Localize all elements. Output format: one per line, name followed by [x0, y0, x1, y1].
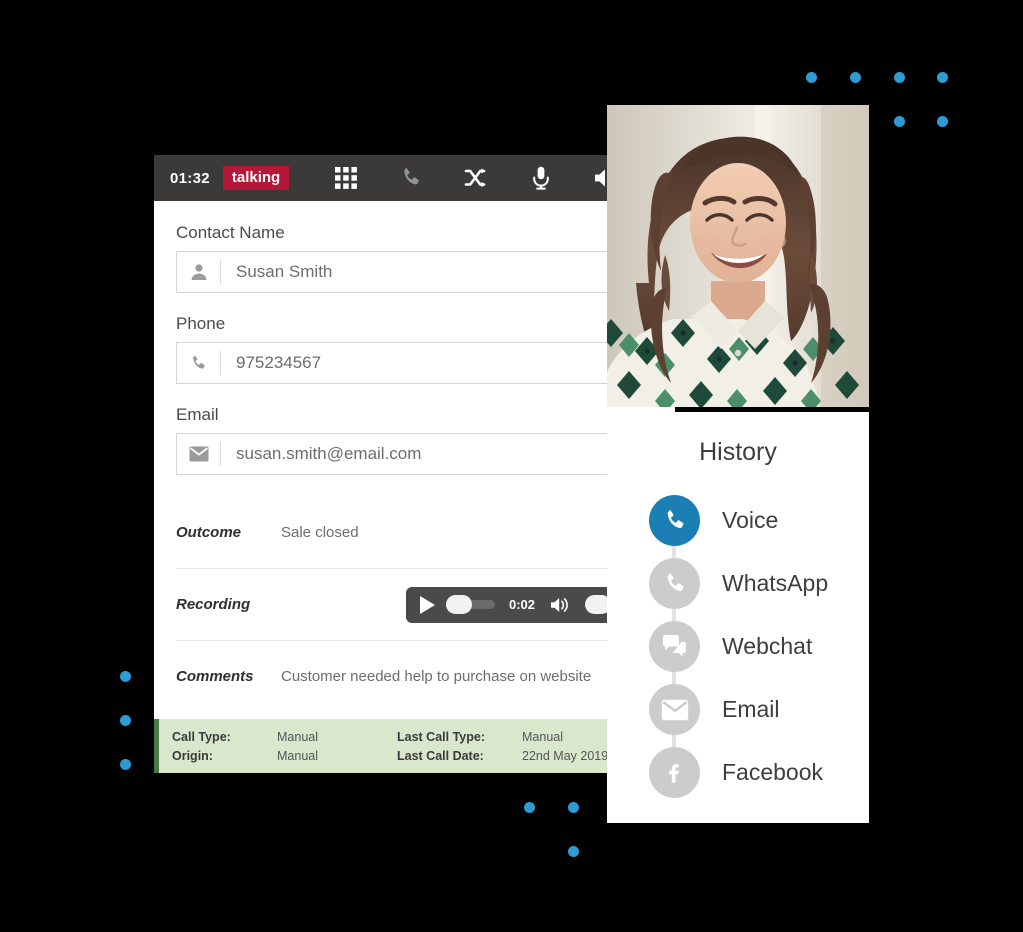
agent-photo	[607, 105, 869, 407]
last-call-date-label: Last Call Date:	[397, 748, 484, 763]
history-item-label: Voice	[722, 507, 779, 533]
email-label: Email	[176, 405, 219, 424]
history-item-label: Webchat	[722, 633, 813, 659]
outcome-value: Sale closed	[281, 523, 359, 541]
contact-name-label: Contact Name	[176, 223, 285, 242]
comments-row: Comments Customer needed help to purchas…	[176, 640, 646, 712]
email-input[interactable]: susan.smith@email.com	[176, 433, 646, 475]
contact-name-input[interactable]: Susan Smith	[176, 251, 646, 293]
decorative-dot	[568, 802, 579, 813]
history-item-email[interactable]: Email	[649, 678, 869, 741]
history-title: History	[699, 438, 777, 466]
phone-icon	[649, 495, 700, 546]
call-type-value: Manual	[277, 729, 318, 744]
history-item-voice[interactable]: Voice	[649, 489, 869, 552]
history-item-webchat[interactable]: Webchat	[649, 615, 869, 678]
history-item-label: Facebook	[722, 759, 824, 785]
history-item-label: Email	[722, 696, 780, 722]
contact-card-panel: 01:32 talking Contact Name Susan Smith P…	[154, 155, 675, 773]
decorative-dot	[120, 715, 131, 726]
volume-icon[interactable]	[549, 596, 571, 614]
email-value: susan.smith@email.com	[236, 444, 422, 463]
status-badge: talking	[222, 166, 290, 190]
decorative-dot	[850, 72, 861, 83]
decorative-dot	[937, 116, 948, 127]
chat-icon	[649, 621, 700, 672]
comments-label: Comments	[176, 668, 254, 685]
user-icon	[177, 260, 221, 284]
phone-icon	[177, 351, 221, 375]
phone-label: Phone	[176, 314, 226, 333]
history-panel: History Voice WhatsApp Webchat Email Fac…	[607, 412, 869, 823]
contact-name-value: Susan Smith	[236, 262, 333, 281]
history-item-facebook[interactable]: Facebook	[649, 741, 869, 804]
decorative-dot	[524, 802, 535, 813]
decorative-dot	[120, 759, 131, 770]
decorative-dot	[568, 846, 579, 857]
play-icon[interactable]	[420, 595, 435, 614]
seek-slider[interactable]	[446, 595, 495, 614]
envelope-icon	[649, 684, 700, 735]
decorative-dot	[894, 72, 905, 83]
decorative-dot	[806, 72, 817, 83]
decorative-dot	[937, 72, 948, 83]
recording-label: Recording	[176, 596, 251, 613]
decorative-dot	[120, 671, 131, 682]
outcome-label: Outcome	[176, 523, 242, 541]
keypad-icon[interactable]	[333, 165, 359, 191]
phone-icon	[649, 558, 700, 609]
transfer-icon[interactable]	[463, 165, 489, 191]
seek-knob[interactable]	[446, 595, 472, 614]
screenshot-stage: 01:32 talking Contact Name Susan Smith P…	[0, 0, 1023, 932]
call-control-toolbar: 01:32 talking	[154, 155, 675, 201]
history-item-whatsapp[interactable]: WhatsApp	[649, 552, 869, 615]
contact-form: Contact Name Susan Smith Phone 975234567…	[154, 201, 675, 712]
origin-label: Origin:	[172, 748, 213, 763]
phone-icon[interactable]	[398, 165, 424, 191]
audio-time: 0:02	[509, 597, 536, 612]
call-type-label: Call Type:	[172, 729, 231, 744]
envelope-icon	[177, 442, 221, 466]
outcome-row: Outcome Sale closed	[176, 496, 646, 568]
recording-row: Recording 0:02	[176, 568, 666, 640]
last-call-type-label: Last Call Type:	[397, 729, 485, 744]
comments-value: Customer needed help to purchase on webs…	[281, 668, 592, 685]
history-list: Voice WhatsApp Webchat Email Facebook	[607, 489, 869, 804]
call-timer: 01:32	[170, 169, 210, 187]
decorative-dot	[894, 116, 905, 127]
history-item-label: WhatsApp	[722, 570, 829, 596]
microphone-icon[interactable]	[528, 165, 554, 191]
origin-value: Manual	[277, 748, 318, 763]
phone-input[interactable]: 975234567	[176, 342, 646, 384]
call-meta-footer: Call Type: Manual Last Call Type: Manual…	[154, 719, 675, 773]
facebook-icon	[649, 747, 700, 798]
toolbar-icon-group	[333, 165, 619, 191]
phone-value: 975234567	[236, 353, 322, 372]
